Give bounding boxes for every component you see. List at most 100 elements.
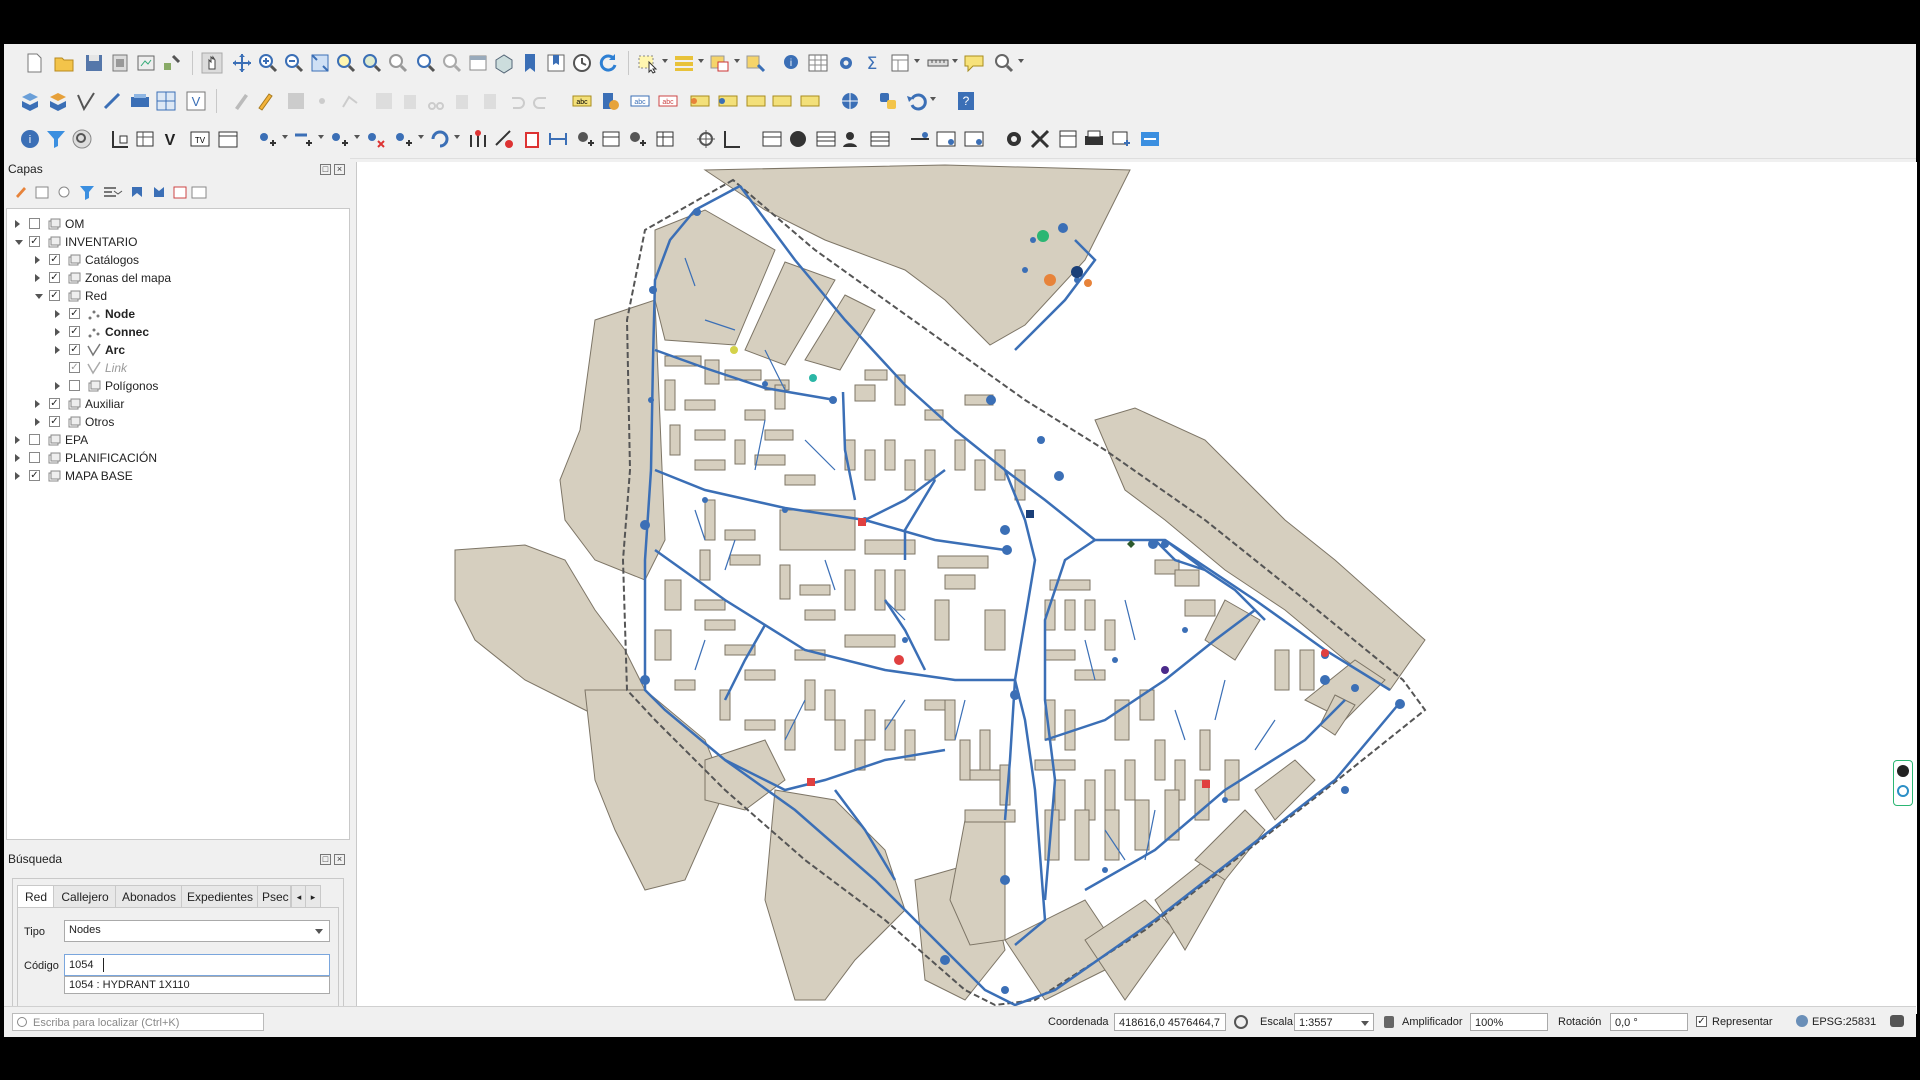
change-type-icon[interactable] <box>428 127 452 151</box>
float-search-panel-icon[interactable]: □ <box>320 854 331 865</box>
om-report-icon[interactable] <box>814 127 838 151</box>
settings-gear-icon[interactable] <box>834 51 858 75</box>
zoom-native-icon[interactable] <box>386 51 410 75</box>
label-move-icon[interactable] <box>688 89 712 113</box>
collapse-arrow-icon[interactable] <box>35 400 40 408</box>
crs-label[interactable]: EPSG:25831 <box>1812 1013 1876 1031</box>
label-pin-icon[interactable]: abc <box>628 89 652 113</box>
layer-item[interactable]: ✓ Auxiliar <box>7 395 345 413</box>
add-virtual-layer-icon[interactable]: V <box>184 89 208 113</box>
attribute-table-icon[interactable] <box>806 51 830 75</box>
arc-fusion-icon[interactable] <box>492 127 516 151</box>
collapse-arrow-icon[interactable] <box>15 472 20 480</box>
info-circle-icon[interactable] <box>1897 785 1909 797</box>
globe-icon[interactable] <box>838 89 862 113</box>
collapse-arrow-icon[interactable] <box>15 436 20 444</box>
layer-item[interactable]: ✓ Node <box>7 305 345 323</box>
om-table-icon[interactable] <box>760 127 784 151</box>
element-add-icon[interactable] <box>574 127 598 151</box>
psector-table-icon[interactable] <box>134 127 158 151</box>
layer-checkbox[interactable]: ✓ <box>69 326 80 337</box>
messages-icon[interactable] <box>1890 1015 1904 1027</box>
om-list-icon[interactable] <box>868 127 892 151</box>
style-manager-icon[interactable] <box>160 51 184 75</box>
close-circle-icon[interactable] <box>1897 765 1909 777</box>
label-tool-icon[interactable]: abc <box>570 89 594 113</box>
locator-input[interactable]: Escriba para localizar (Ctrl+K) <box>12 1013 264 1031</box>
layer-checkbox[interactable] <box>29 218 40 229</box>
zoom-to-layer-icon[interactable] <box>360 51 384 75</box>
tab-abonados[interactable]: Abonados <box>115 885 183 908</box>
layer-add-icon[interactable] <box>1110 127 1134 151</box>
magnifier-field[interactable]: 100% <box>1470 1013 1548 1031</box>
expand-arrow-icon[interactable] <box>15 240 23 245</box>
collapse-arrow-icon[interactable] <box>55 346 60 354</box>
python-console-icon[interactable] <box>876 89 900 113</box>
print-layout-icon[interactable] <box>134 51 158 75</box>
layer-checkbox[interactable]: ✓ <box>49 416 60 427</box>
toggle-extents-icon[interactable] <box>1234 1015 1248 1029</box>
crs-globe-icon[interactable] <box>1796 1015 1808 1027</box>
printer-icon[interactable] <box>1082 127 1106 151</box>
layer-checkbox[interactable]: ✓ <box>49 272 60 283</box>
v-tool-icon[interactable]: V <box>160 127 184 151</box>
mincut-icon[interactable] <box>694 127 718 151</box>
save-project-icon[interactable] <box>82 51 106 75</box>
attribute-select-icon[interactable] <box>672 51 696 75</box>
collapse-arrow-icon[interactable] <box>15 220 20 228</box>
close-search-panel-icon[interactable]: × <box>334 854 345 865</box>
om-users-icon[interactable] <box>840 127 864 151</box>
zoom-next-icon[interactable] <box>440 51 464 75</box>
arc-divide-icon[interactable] <box>108 127 132 151</box>
layer-item[interactable]: ✓ Catálogos <box>7 251 345 269</box>
deselect-icon[interactable] <box>708 51 732 75</box>
layer-item[interactable]: ✓ Zonas del mapa <box>7 269 345 287</box>
label-highlight-icon[interactable] <box>598 89 622 113</box>
layer-item[interactable]: ✓ Red <box>7 287 345 305</box>
paste-features-icon[interactable] <box>478 89 502 113</box>
layer-checkbox[interactable]: ✓ <box>29 470 40 481</box>
collapse-arrow-icon[interactable] <box>35 418 40 426</box>
sync-layers-icon[interactable] <box>1138 127 1162 151</box>
lock-icon[interactable] <box>1384 1016 1394 1028</box>
statistics-sigma-icon[interactable]: Σ <box>860 51 884 75</box>
rotation-field[interactable]: 0,0 ° <box>1610 1013 1688 1031</box>
layer-checkbox[interactable]: ✓ <box>49 398 60 409</box>
add-layer-icon[interactable] <box>46 89 70 113</box>
toggle-editing-icon[interactable] <box>254 89 278 113</box>
render-checkbox[interactable]: ✓ <box>1696 1016 1707 1027</box>
insert-connec-icon[interactable] <box>328 127 352 151</box>
epa-results-icon[interactable] <box>962 127 986 151</box>
new-3d-view-icon[interactable] <box>492 51 516 75</box>
codigo-input[interactable]: 1054 <box>64 954 330 976</box>
refresh-icon[interactable] <box>596 51 620 75</box>
insert-arc-icon[interactable] <box>292 127 316 151</box>
epa-table-icon[interactable] <box>934 127 958 151</box>
element-manage-icon[interactable] <box>600 127 624 151</box>
scale-field[interactable]: 1:3557 <box>1294 1013 1374 1031</box>
print-composer-icon[interactable] <box>1056 127 1080 151</box>
delete-node-icon[interactable] <box>364 127 388 151</box>
dimensioning-icon[interactable] <box>546 127 570 151</box>
coord-field[interactable]: 418616,0 4576464,7 <box>1114 1013 1226 1031</box>
zoom-last-icon[interactable] <box>414 51 438 75</box>
flow-trace-icon[interactable] <box>720 127 744 151</box>
autocomplete-suggestion[interactable]: 1054 : HYDRANT 1X110 <box>64 976 330 994</box>
layer-checkbox[interactable] <box>29 434 40 445</box>
add-vector-icon[interactable] <box>74 89 98 113</box>
add-wms-icon[interactable] <box>128 89 152 113</box>
layer-item[interactable]: EPA <box>7 431 345 449</box>
label-style-icon[interactable] <box>798 89 822 113</box>
connect-to-network-icon[interactable] <box>466 127 490 151</box>
layer-item[interactable]: PLANIFICACIÓN <box>7 449 345 467</box>
tab-expedientes[interactable]: Expedientes <box>181 885 259 908</box>
cut-features-icon[interactable] <box>424 89 448 113</box>
epa-add-icon[interactable] <box>908 127 932 151</box>
data-source-manager-icon[interactable] <box>18 89 42 113</box>
digitize-icon[interactable] <box>310 89 334 113</box>
redo-icon[interactable] <box>530 89 554 113</box>
tab-scroll-right-icon[interactable]: ▸ <box>305 885 321 908</box>
collapse-arrow-icon[interactable] <box>55 310 60 318</box>
collapse-arrow-icon[interactable] <box>35 274 40 282</box>
delete-feature-icon[interactable] <box>520 127 544 151</box>
